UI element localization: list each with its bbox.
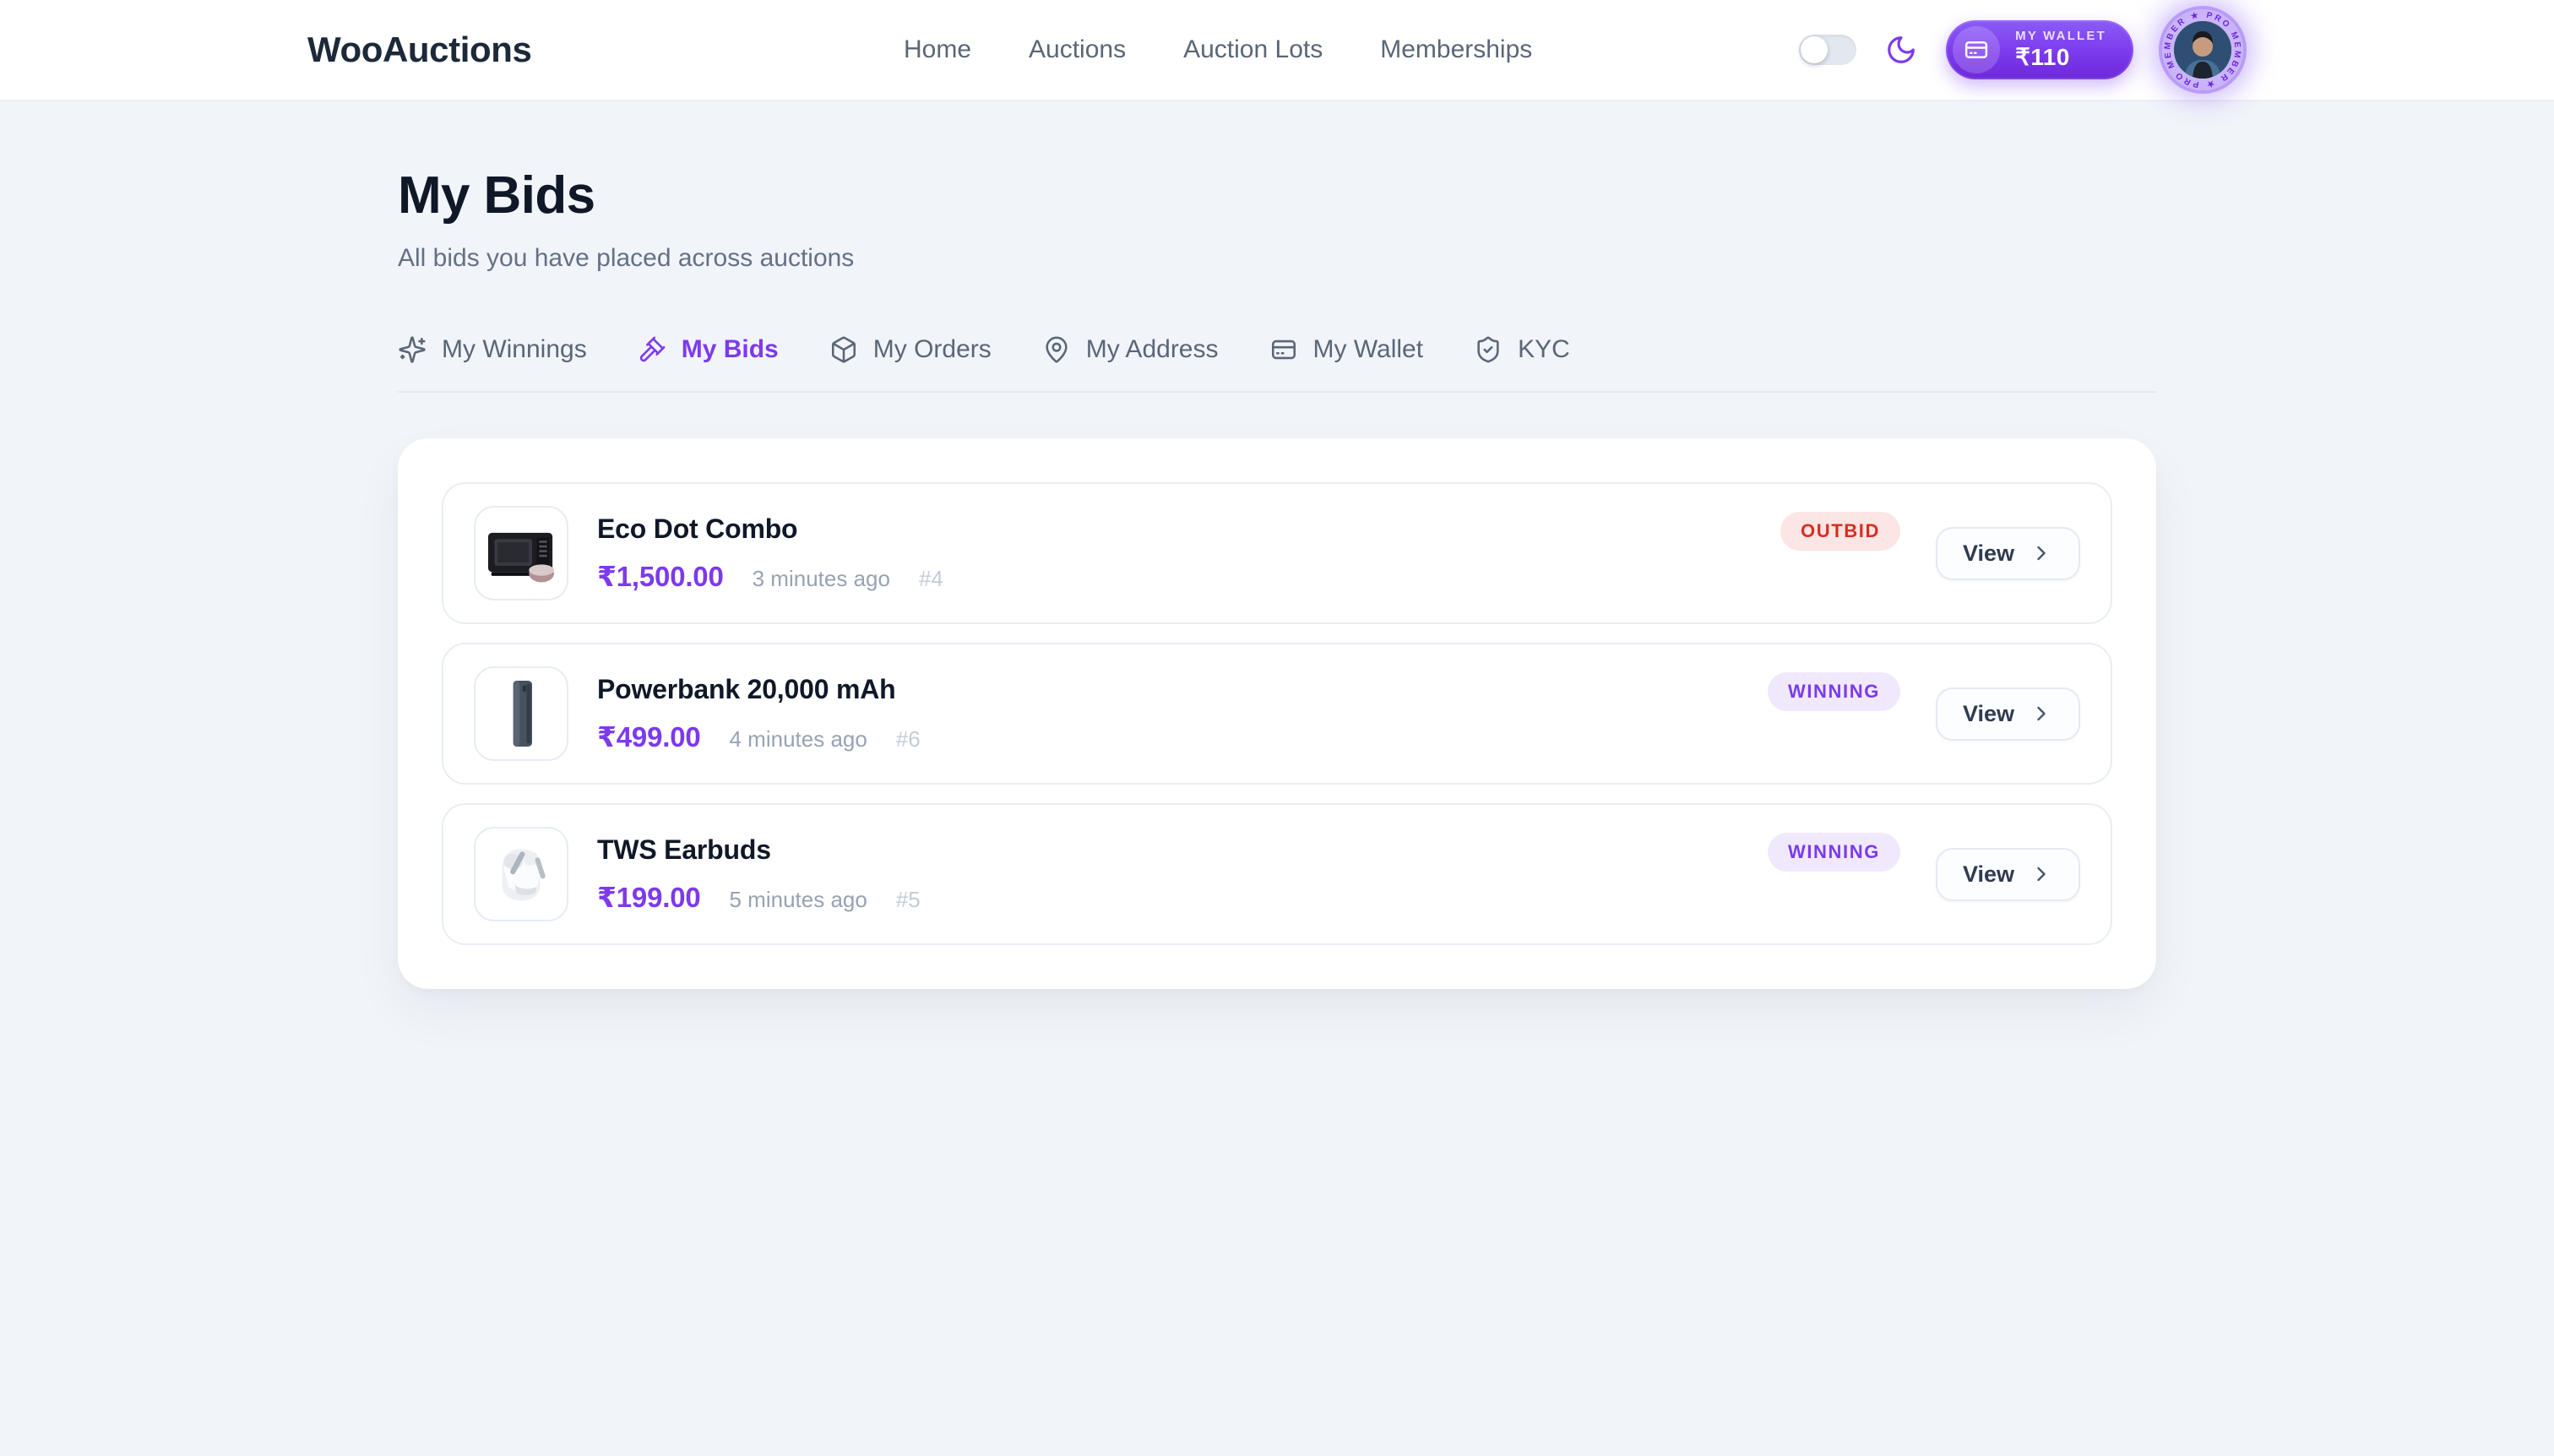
header-right: MY WALLET ₹110 <box>1799 9 2243 90</box>
product-thumbnail-earbuds <box>474 827 568 921</box>
bid-row-powerbank: Powerbank 20,000 mAh ₹499.00 4 minutes a… <box>442 643 2112 785</box>
bid-amount: ₹499.00 <box>597 720 701 753</box>
product-thumbnail-powerbank <box>474 666 568 761</box>
bid-row-tws-earbuds: TWS Earbuds ₹199.00 5 minutes ago #5 WIN… <box>442 803 2112 945</box>
bid-meta: ₹499.00 4 minutes ago #6 <box>597 720 921 753</box>
tab-kyc[interactable]: KYC <box>1474 335 1570 364</box>
bid-number: #5 <box>896 887 921 913</box>
bid-title: TWS Earbuds <box>597 834 921 866</box>
bid-amount: ₹1,500.00 <box>597 560 724 593</box>
page-title: My Bids <box>398 166 2156 225</box>
tab-my-winnings[interactable]: My Winnings <box>398 335 587 364</box>
moon-icon[interactable] <box>1885 34 1917 66</box>
view-button-label: View <box>1963 861 2014 888</box>
user-avatar[interactable]: PRO MEMBER ★ PRO MEMBER ★ <box>2162 9 2243 90</box>
bid-row-eco-dot-combo: Eco Dot Combo ₹1,500.00 3 minutes ago #4… <box>442 482 2112 624</box>
gavel-icon <box>638 335 666 364</box>
theme-toggle[interactable] <box>1799 35 1856 65</box>
status-badge-winning: WINNING <box>1768 672 1900 711</box>
bid-amount: ₹199.00 <box>597 881 701 914</box>
page-subtitle: All bids you have placed across auctions <box>398 244 2156 273</box>
tab-label: My Wallet <box>1313 335 1424 364</box>
header: WooAuctions Home Auctions Auction Lots M… <box>0 0 2554 101</box>
nav-auction-lots[interactable]: Auction Lots <box>1183 35 1323 64</box>
theme-toggle-knob <box>1801 36 1828 63</box>
bid-title: Eco Dot Combo <box>597 513 943 545</box>
status-badge-winning: WINNING <box>1768 833 1900 872</box>
chevron-right-icon <box>2030 702 2053 725</box>
bid-info: TWS Earbuds ₹199.00 5 minutes ago #5 <box>597 834 921 914</box>
bid-title: Powerbank 20,000 mAh <box>597 674 921 705</box>
bid-number: #4 <box>919 566 943 592</box>
bid-meta: ₹1,500.00 3 minutes ago #4 <box>597 560 943 593</box>
view-button[interactable]: View <box>1936 527 2080 580</box>
tab-my-bids[interactable]: My Bids <box>638 335 779 364</box>
nav-home[interactable]: Home <box>904 35 971 64</box>
view-button-label: View <box>1963 541 2014 567</box>
main-nav: Home Auctions Auction Lots Memberships <box>904 0 1532 100</box>
bid-info: Eco Dot Combo ₹1,500.00 3 minutes ago #4 <box>597 513 943 593</box>
bid-number: #6 <box>896 726 921 752</box>
wallet-text: MY WALLET ₹110 <box>2015 29 2106 70</box>
avatar-graphic: PRO MEMBER ★ PRO MEMBER ★ <box>2162 9 2243 90</box>
row-right: OUTBID View <box>1780 527 2080 580</box>
tab-label: KYC <box>1518 335 1570 364</box>
avatar-photo <box>2174 21 2231 79</box>
bid-time: 5 minutes ago <box>730 887 867 913</box>
wallet-amount: ₹110 <box>2015 44 2070 71</box>
tab-label: My Address <box>1086 335 1219 364</box>
tab-label: My Bids <box>682 335 779 364</box>
profile-tabs: My Winnings My Bids My Orders My Address <box>398 335 2156 393</box>
tab-label: My Winnings <box>442 335 587 364</box>
bid-meta: ₹199.00 5 minutes ago #5 <box>597 881 921 914</box>
nav-memberships[interactable]: Memberships <box>1380 35 1532 64</box>
sparkles-icon <box>398 335 427 364</box>
row-right: WINNING View <box>1768 848 2080 901</box>
bid-time: 3 minutes ago <box>753 566 890 592</box>
shield-check-icon <box>1474 335 1503 364</box>
app-root: WooAuctions Home Auctions Auction Lots M… <box>0 0 2554 1456</box>
bids-card: Eco Dot Combo ₹1,500.00 3 minutes ago #4… <box>398 438 2156 989</box>
product-thumbnail-microwave <box>474 506 568 600</box>
wallet-button[interactable]: MY WALLET ₹110 <box>1946 20 2133 79</box>
view-button-label: View <box>1963 701 2014 727</box>
map-pin-icon <box>1042 335 1071 364</box>
credit-card-icon <box>1953 26 2000 73</box>
row-right: WINNING View <box>1768 687 2080 741</box>
main-content: My Bids All bids you have placed across … <box>398 101 2156 989</box>
bid-time: 4 minutes ago <box>730 726 867 752</box>
tab-my-orders[interactable]: My Orders <box>829 335 992 364</box>
package-icon <box>829 335 858 364</box>
view-button[interactable]: View <box>1936 687 2080 741</box>
brand-logo[interactable]: WooAuctions <box>307 30 531 70</box>
chevron-right-icon <box>2030 541 2053 565</box>
chevron-right-icon <box>2030 862 2053 886</box>
tab-my-address[interactable]: My Address <box>1042 335 1219 364</box>
credit-card-icon <box>1269 335 1298 364</box>
tab-label: My Orders <box>873 335 992 364</box>
tab-my-wallet[interactable]: My Wallet <box>1269 335 1424 364</box>
nav-auctions[interactable]: Auctions <box>1029 35 1126 64</box>
view-button[interactable]: View <box>1936 848 2080 901</box>
status-badge-outbid: OUTBID <box>1780 512 1900 551</box>
bid-info: Powerbank 20,000 mAh ₹499.00 4 minutes a… <box>597 674 921 753</box>
wallet-label: MY WALLET <box>2015 29 2106 43</box>
